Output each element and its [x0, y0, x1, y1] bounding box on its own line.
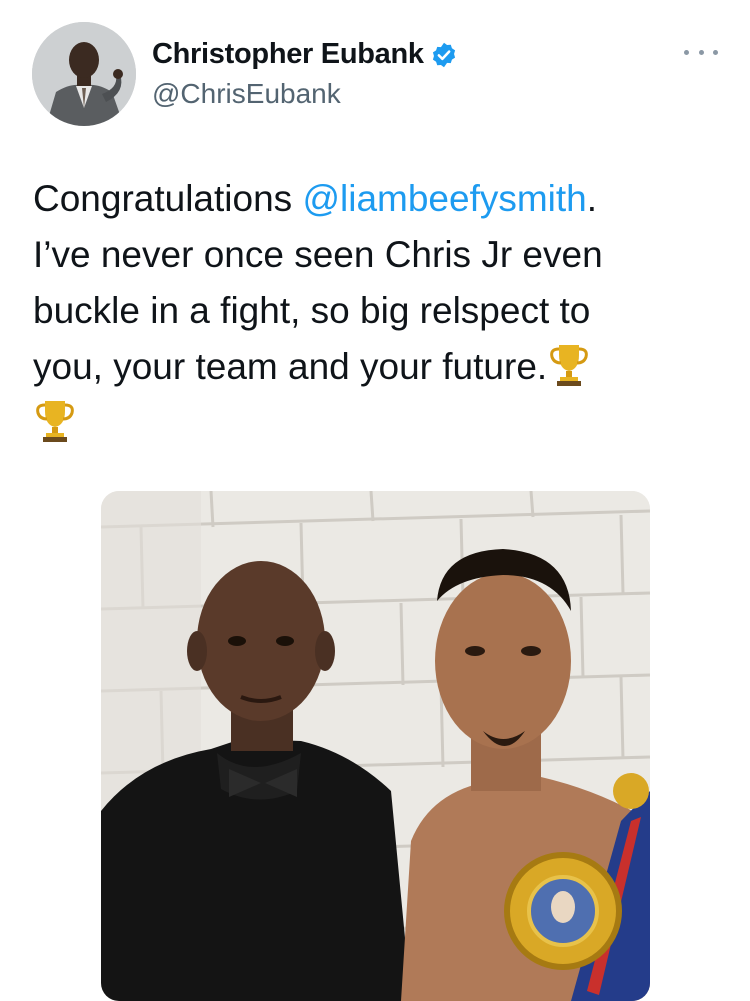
- tweet-line-2: I’ve never once seen Chris Jr even: [33, 234, 603, 275]
- tweet-line-3: buckle in a fight, so big relspect to: [33, 290, 591, 331]
- author-name-row: Christopher Eubank: [152, 38, 458, 71]
- trophy-icon: [33, 397, 77, 443]
- tweet-line-1: Congratulations @liambeefysmith.: [33, 171, 723, 227]
- author-handle[interactable]: @ChrisEubank: [152, 78, 341, 110]
- tweet-line-4: you, your team and your future.: [33, 339, 723, 395]
- tweet-text-segment: .: [586, 178, 598, 219]
- trophy-icon: [547, 341, 591, 387]
- tweet-text: Congratulations @liambeefysmith. I’ve ne…: [33, 171, 723, 451]
- avatar[interactable]: [32, 22, 136, 126]
- author-display-name[interactable]: Christopher Eubank: [152, 38, 424, 71]
- mention-link[interactable]: @liambeefysmith: [302, 178, 586, 219]
- tweet-card: Christopher Eubank @ChrisEubank Congratu…: [0, 0, 750, 1001]
- tweet-photo[interactable]: [101, 491, 650, 1001]
- tweet-line-5: [33, 395, 723, 451]
- tweet-text-segment: you, your team and your future.: [33, 346, 548, 387]
- verified-badge-icon: [430, 41, 458, 69]
- more-options-icon[interactable]: [684, 42, 718, 62]
- tweet-text-segment: Congratulations: [33, 178, 303, 219]
